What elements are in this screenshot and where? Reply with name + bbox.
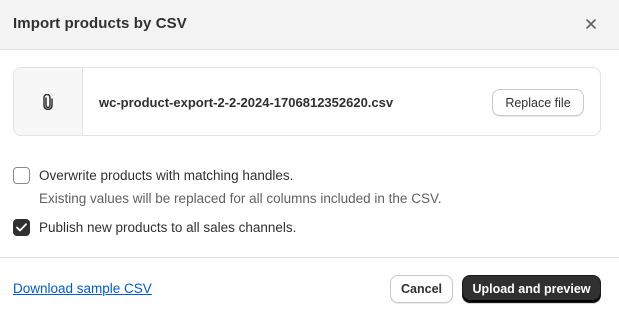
- close-icon: [586, 19, 596, 29]
- overwrite-help-text: Existing values will be replaced for all…: [39, 191, 442, 206]
- overwrite-label: Overwrite products with matching handles…: [39, 168, 294, 183]
- cancel-button[interactable]: Cancel: [390, 275, 453, 303]
- download-sample-csv-link[interactable]: Download sample CSV: [13, 281, 152, 296]
- dialog-footer: Download sample CSV Cancel Upload and pr…: [0, 257, 619, 316]
- selected-file-card: wc-product-export-2-2-2024-1706812352620…: [13, 67, 601, 136]
- publish-label: Publish new products to all sales channe…: [39, 220, 297, 235]
- file-name: wc-product-export-2-2-2024-1706812352620…: [99, 95, 394, 110]
- replace-file-button[interactable]: Replace file: [492, 89, 584, 116]
- publish-option[interactable]: Publish new products to all sales channe…: [13, 219, 296, 236]
- close-button[interactable]: [581, 14, 601, 34]
- import-products-dialog: Import products by CSV wc-product-export…: [0, 0, 619, 316]
- overwrite-option[interactable]: Overwrite products with matching handles…: [13, 167, 293, 184]
- dialog-title: Import products by CSV: [13, 15, 187, 32]
- overwrite-checkbox[interactable]: [13, 167, 30, 184]
- checkmark-icon: [16, 223, 27, 232]
- upload-and-preview-button[interactable]: Upload and preview: [462, 275, 601, 303]
- file-icon-cell: [14, 68, 83, 135]
- paperclip-icon: [43, 93, 53, 110]
- dialog-header: Import products by CSV: [0, 0, 619, 50]
- publish-checkbox[interactable]: [13, 219, 30, 236]
